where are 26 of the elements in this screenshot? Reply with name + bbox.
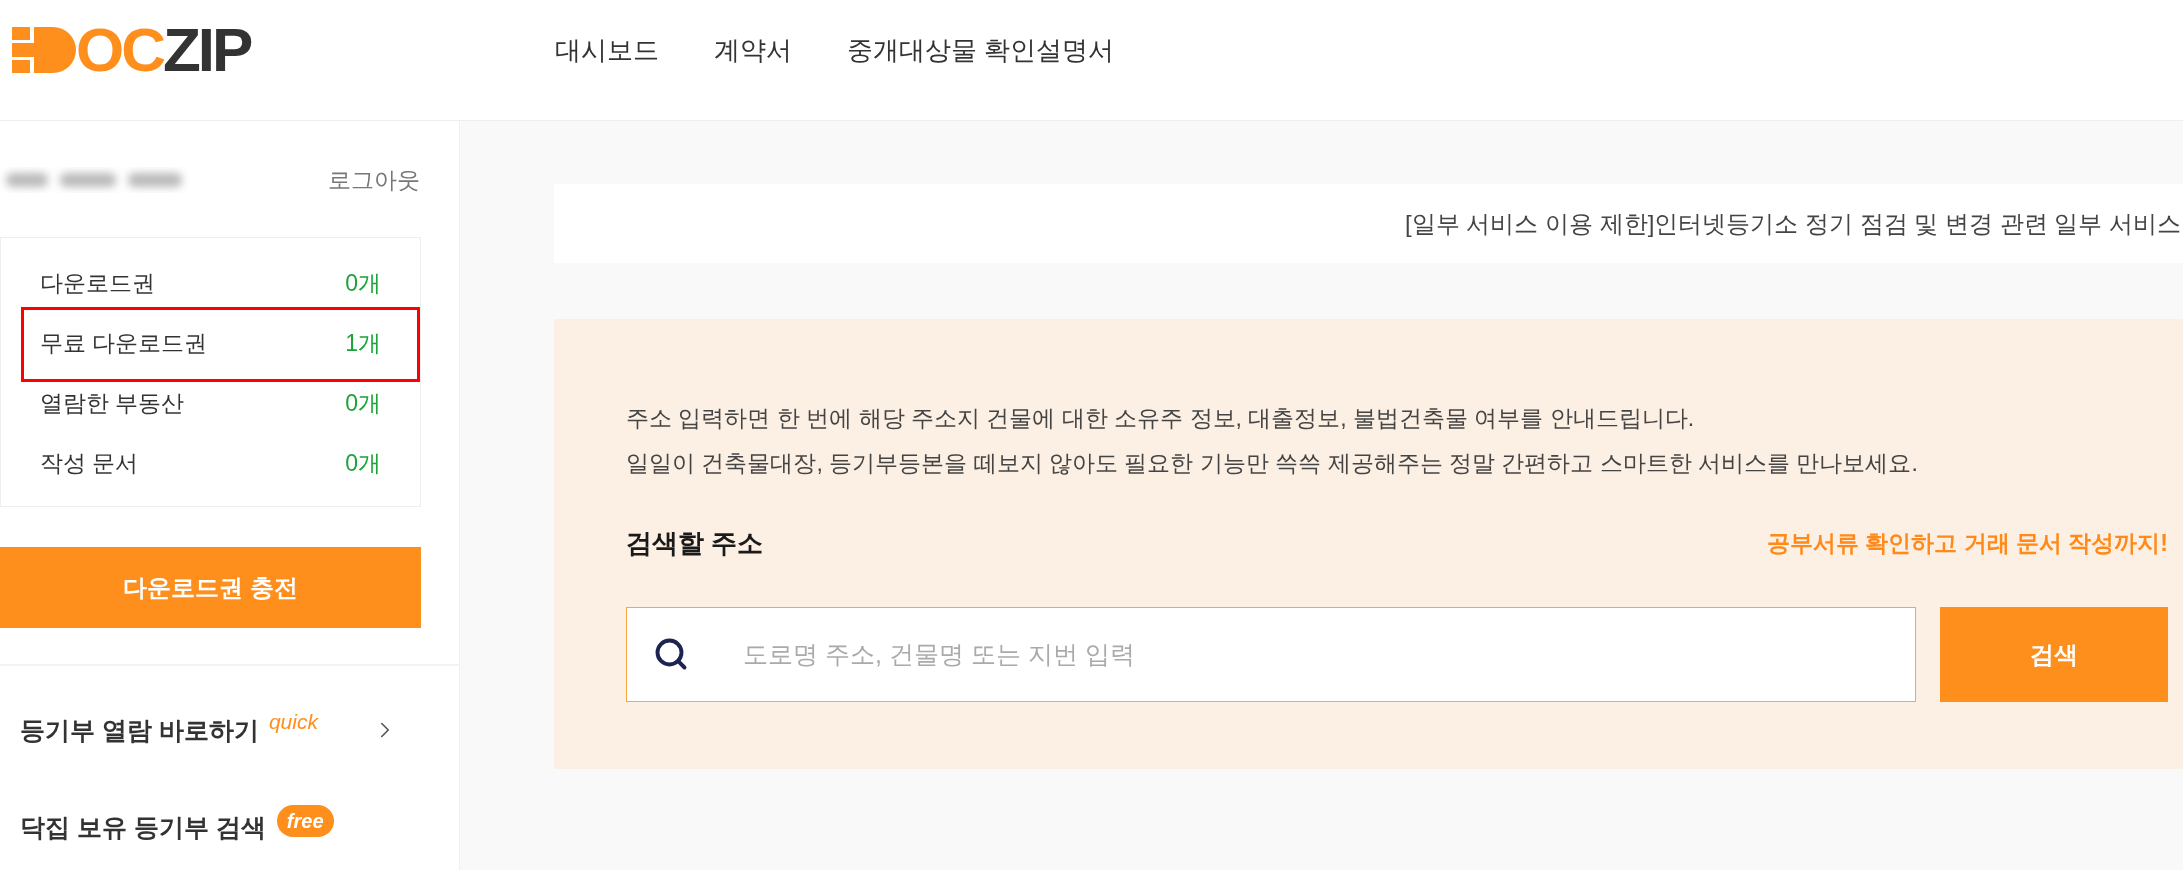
stat-label: 작성 문서 bbox=[40, 448, 139, 478]
free-badge: free bbox=[276, 805, 334, 837]
description-line: 주소 입력하면 한 번에 해당 주소지 건물에 대한 소유주 정보, 대출정보, 불법건축물 여부를 안내드립니다. bbox=[626, 404, 1696, 433]
logo-mark-icon bbox=[12, 27, 76, 73]
logo-text: OC bbox=[76, 27, 163, 73]
search-field[interactable]: 도로명 주소, 건물명 또는 지번 입력 bbox=[626, 607, 1916, 702]
sidebar-link[interactable]: 등기부 열람 바로하기 quick bbox=[0, 705, 400, 755]
sidebar-link[interactable]: 닥집 보유 등기부 검색 free bbox=[0, 802, 400, 852]
stat-value: 1개 bbox=[345, 328, 381, 358]
nav-link[interactable]: 중개대상물 확인설명서 bbox=[847, 27, 1115, 73]
quick-label: quick bbox=[268, 710, 318, 734]
stat-value: 0개 bbox=[345, 268, 381, 298]
logout-link[interactable]: 로그아웃 bbox=[328, 164, 420, 196]
notice-text[interactable]: [일부 서비스 이용 제한]인터넷등기소 정기 점검 및 변경 관련 일부 서비스 bbox=[1405, 207, 2181, 240]
stat-label: 열람한 부동산 bbox=[40, 388, 185, 418]
stat-value: 0개 bbox=[345, 388, 381, 418]
logo-text: ZIP bbox=[163, 27, 251, 73]
search-icon bbox=[653, 636, 689, 672]
tagline-text: 공부서류 확인하고 거래 문서 작성까지! bbox=[1766, 528, 2168, 558]
nav-link[interactable]: 대시보드 bbox=[555, 27, 659, 73]
description-line: 일일이 건축물대장, 등기부등본을 떼보지 않아도 필요한 기능만 쓱쓱 제공해주는 정말 간편하고 스마트한 서비스를 만나보세요. bbox=[626, 449, 1919, 478]
stat-label: 무료 다운로드권 bbox=[40, 328, 208, 358]
section-title: 검색할 주소 bbox=[626, 526, 764, 560]
stat-value: 0개 bbox=[345, 448, 381, 478]
stat-label: 다운로드권 bbox=[40, 268, 155, 298]
nav-link[interactable]: 계약서 bbox=[714, 27, 792, 73]
